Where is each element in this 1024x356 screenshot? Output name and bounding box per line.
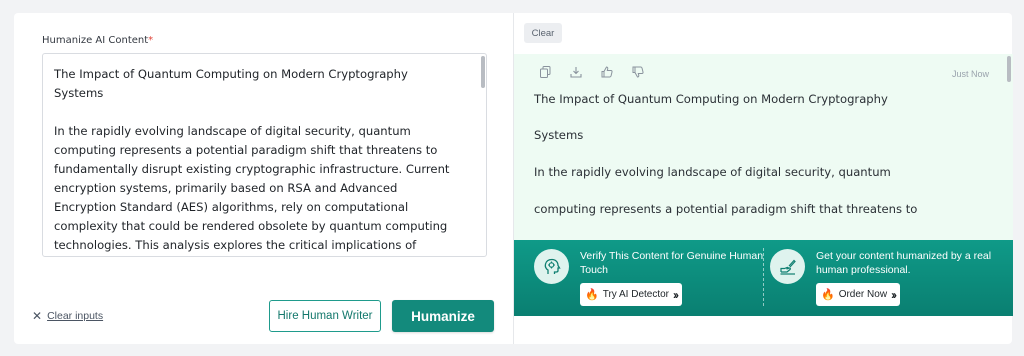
brain-head-icon	[534, 249, 569, 284]
output-panel: Clear Just Now The Impact of Quantum Com…	[513, 13, 1013, 344]
order-now-button[interactable]: 🔥 Order Now ››	[816, 283, 901, 306]
output-paragraph: computing represents a potential paradig…	[534, 202, 918, 216]
order-now-label: Order Now	[838, 289, 888, 300]
required-mark: *	[148, 35, 154, 46]
download-icon[interactable]	[569, 65, 583, 79]
clear-inputs-link[interactable]: ✕ Clear inputs	[32, 310, 103, 322]
promo-banner: Verify This Content for Genuine Human To…	[514, 240, 1013, 316]
fire-icon: 🔥	[585, 289, 599, 301]
humanize-button[interactable]: Humanize	[392, 300, 494, 332]
output-paragraph: Systems	[534, 128, 584, 142]
output-toolbar	[538, 65, 645, 79]
thumbs-down-icon[interactable]	[631, 65, 645, 79]
output-paragraph: The Impact of Quantum Computing on Moder…	[534, 92, 888, 106]
human-professional-text: Get your content humanized by a real hum…	[816, 250, 992, 276]
output-scrollbar[interactable]	[1007, 56, 1011, 82]
close-icon: ✕	[32, 309, 43, 323]
copy-icon[interactable]	[538, 65, 552, 79]
textarea-text[interactable]: The Impact of Quantum Computing on Moder…	[54, 65, 469, 256]
thumbs-up-icon[interactable]	[600, 65, 614, 79]
double-chevron-right-icon: ››	[891, 287, 897, 302]
textarea-scrollbar[interactable]	[481, 56, 485, 88]
banner-divider	[763, 248, 764, 306]
fire-icon: 🔥	[821, 289, 835, 301]
hire-human-writer-button[interactable]: Hire Human Writer	[269, 300, 381, 332]
try-ai-detector-button[interactable]: 🔥 Try AI Detector ››	[580, 283, 683, 306]
output-area: Just Now The Impact of Quantum Computing…	[514, 54, 1013, 240]
content-textarea[interactable]: The Impact of Quantum Computing on Moder…	[42, 53, 487, 257]
output-paragraph: In the rapidly evolving landscape of dig…	[534, 165, 891, 179]
double-chevron-right-icon: ››	[673, 287, 679, 302]
output-timestamp: Just Now	[951, 69, 989, 79]
clear-inputs-label[interactable]: Clear inputs	[47, 310, 103, 322]
input-panel: Humanize AI Content* The Impact of Quant…	[14, 13, 513, 344]
verify-content-text: Verify This Content for Genuine Human To…	[580, 250, 764, 276]
humanizer-card: Humanize AI Content* The Impact of Quant…	[14, 13, 1013, 344]
clear-output-button[interactable]: Clear	[524, 23, 562, 43]
writing-hand-icon	[770, 249, 805, 284]
try-ai-detector-label: Try AI Detector	[602, 289, 670, 300]
input-label: Humanize AI Content*	[42, 35, 154, 46]
